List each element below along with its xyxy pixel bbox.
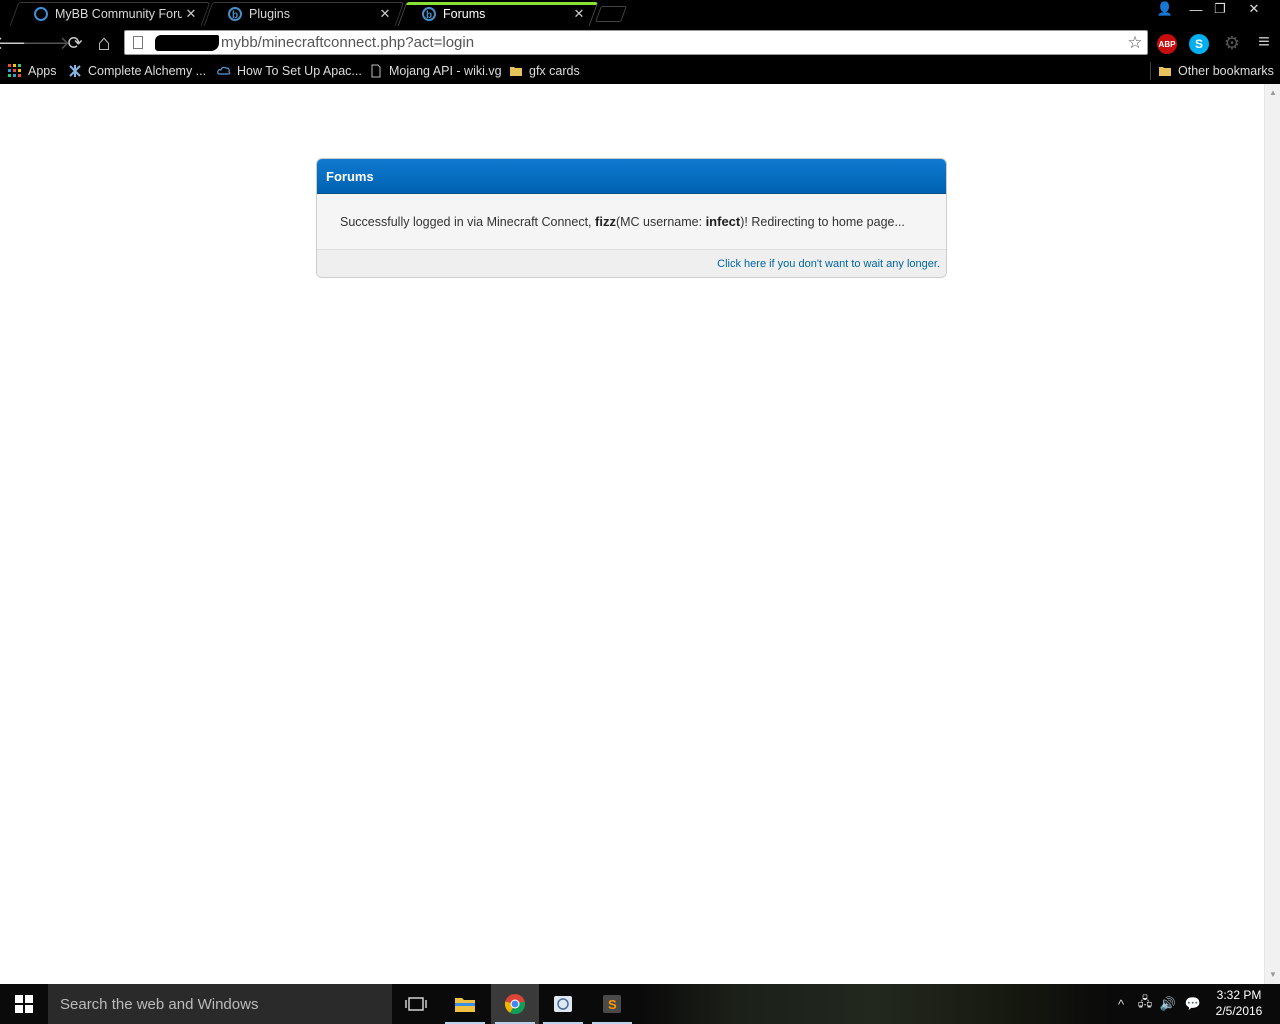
chrome-icon xyxy=(504,994,526,1015)
network-icon[interactable]: 🖧 xyxy=(1135,994,1155,1014)
bookmark-apache-setup[interactable]: How To Set Up Apac... xyxy=(217,62,362,80)
bookmark-label: Apps xyxy=(28,64,57,78)
cloud-icon xyxy=(217,66,231,75)
taskbar-chrome[interactable] xyxy=(491,984,539,1024)
taskbar-file-explorer[interactable] xyxy=(441,984,489,1024)
page-icon xyxy=(371,64,381,78)
reload-button[interactable]: ⟳ xyxy=(64,32,86,54)
tab-close-icon[interactable]: ✕ xyxy=(570,6,588,22)
folder-icon xyxy=(510,67,522,76)
taskbar-search-box[interactable]: Search the web and Windows xyxy=(48,984,392,1024)
start-button[interactable] xyxy=(0,984,48,1024)
taskbar-sublime-text[interactable]: S xyxy=(588,984,636,1024)
redirect-message-box: Forums Successfully logged in via Minecr… xyxy=(316,158,947,278)
bookmark-label: How To Set Up Apac... xyxy=(237,64,362,78)
mybb-favicon-icon xyxy=(34,7,48,21)
browser-toolbar: 🡐 🡒 ⟳ ⌂ mybb/minecraftconnect.php?act=lo… xyxy=(0,28,1280,58)
new-tab-button[interactable] xyxy=(595,6,627,22)
alchemy-icon xyxy=(69,65,81,77)
vertical-scrollbar[interactable]: ▲ ▼ xyxy=(1264,84,1280,984)
scroll-up-arrow-icon[interactable]: ▲ xyxy=(1265,86,1280,100)
apps-grid-icon xyxy=(8,64,21,77)
tab-title: Forums xyxy=(443,7,486,21)
scroll-down-arrow-icon[interactable]: ▼ xyxy=(1265,968,1280,982)
app-window-icon xyxy=(554,996,572,1012)
page-icon xyxy=(133,36,143,49)
restore-button[interactable]: ❐ xyxy=(1207,0,1233,18)
tab-close-icon[interactable]: ✕ xyxy=(182,6,200,22)
mybb-favicon-icon: b xyxy=(422,7,436,21)
skype-icon[interactable]: S xyxy=(1189,34,1209,54)
mc-username: infect xyxy=(705,214,741,229)
box-footer: Click here if you don't want to wait any… xyxy=(317,250,946,277)
svg-text:b: b xyxy=(426,10,432,21)
windows-taskbar: Search the web and Windows S ^ 🖧 🔊 💬 3:3… xyxy=(0,984,1280,1024)
address-bar[interactable]: mybb/minecraftconnect.php?act=login ☆ xyxy=(124,30,1148,55)
adblock-plus-icon[interactable]: ABP xyxy=(1157,34,1177,54)
tab-title: MyBB Community Forums xyxy=(55,7,182,21)
bookmark-label: gfx cards xyxy=(529,64,580,78)
sublime-text-icon: S xyxy=(603,995,621,1013)
tab-strip: MyBB Community Forums ✕ b Plugins ✕ b Fo… xyxy=(0,0,1280,28)
svg-text:S: S xyxy=(608,997,617,1012)
chrome-menu-icon[interactable]: ≡ xyxy=(1253,31,1275,53)
box-title: Forums xyxy=(317,159,946,194)
folder-icon xyxy=(1159,67,1171,76)
tab-mybb-community-forums[interactable]: MyBB Community Forums ✕ xyxy=(9,2,211,26)
tab-close-icon[interactable]: ✕ xyxy=(376,6,394,22)
taskbar-background-image xyxy=(640,984,1110,1024)
redacted-host xyxy=(155,34,219,51)
settings-gear-icon[interactable]: ⚙ xyxy=(1221,32,1243,54)
taskbar-clock[interactable]: 3:32 PM 2/5/2016 xyxy=(1208,987,1270,1019)
bookmark-mojang-api[interactable]: Mojang API - wiki.vg xyxy=(369,62,502,80)
taskbar-app-generic[interactable] xyxy=(539,984,587,1024)
page-viewport: Forums Successfully logged in via Minecr… xyxy=(0,84,1280,984)
redirect-now-link[interactable]: Click here if you don't want to wait any… xyxy=(717,258,940,270)
close-window-button[interactable]: ✕ xyxy=(1241,0,1267,18)
clock-date: 2/5/2016 xyxy=(1215,1004,1263,1018)
bookmark-divider xyxy=(1150,62,1151,80)
bookmarks-bar: Apps Complete Alchemy ... How To Set Up … xyxy=(0,58,1280,84)
bookmark-star-icon[interactable]: ☆ xyxy=(1123,33,1147,53)
task-view-button[interactable] xyxy=(392,984,440,1024)
clock-time: 3:32 PM xyxy=(1216,988,1262,1002)
minimize-button[interactable]: — xyxy=(1183,0,1209,18)
show-hidden-icons-chevron-icon[interactable]: ^ xyxy=(1112,994,1130,1014)
forward-button[interactable]: 🡒 xyxy=(22,32,70,54)
tab-title: Plugins xyxy=(249,7,290,21)
bookmark-apps[interactable]: Apps xyxy=(8,62,57,80)
redirect-message: Successfully logged in via Minecraft Con… xyxy=(317,194,946,250)
task-view-icon xyxy=(405,997,427,1011)
bookmark-complete-alchemy[interactable]: Complete Alchemy ... xyxy=(68,62,206,80)
forum-username: fizz xyxy=(595,214,616,229)
windows-logo-icon xyxy=(15,995,33,1013)
file-explorer-icon xyxy=(455,998,475,1012)
mybb-favicon-icon: b xyxy=(228,7,242,21)
bookmark-label: Complete Alchemy ... xyxy=(88,64,207,78)
bookmark-other-bookmarks[interactable]: Other bookmarks xyxy=(1158,62,1274,80)
action-center-icon[interactable]: 💬 xyxy=(1182,994,1204,1014)
home-button[interactable]: ⌂ xyxy=(93,30,115,55)
bookmark-folder-gfx-cards[interactable]: gfx cards xyxy=(509,62,580,80)
user-profile-icon[interactable]: 👤 xyxy=(1152,0,1178,18)
bookmark-label: Other bookmarks xyxy=(1178,64,1274,78)
tab-plugins[interactable]: b Plugins ✕ xyxy=(203,2,405,26)
url-text[interactable]: mybb/minecraftconnect.php?act=login xyxy=(221,34,1123,51)
volume-icon[interactable]: 🔊 xyxy=(1158,994,1178,1014)
svg-text:b: b xyxy=(232,10,238,21)
tab-forums[interactable]: b Forums ✕ xyxy=(397,2,599,26)
search-placeholder: Search the web and Windows xyxy=(60,995,259,1013)
bookmark-label: Mojang API - wiki.vg xyxy=(389,64,502,78)
